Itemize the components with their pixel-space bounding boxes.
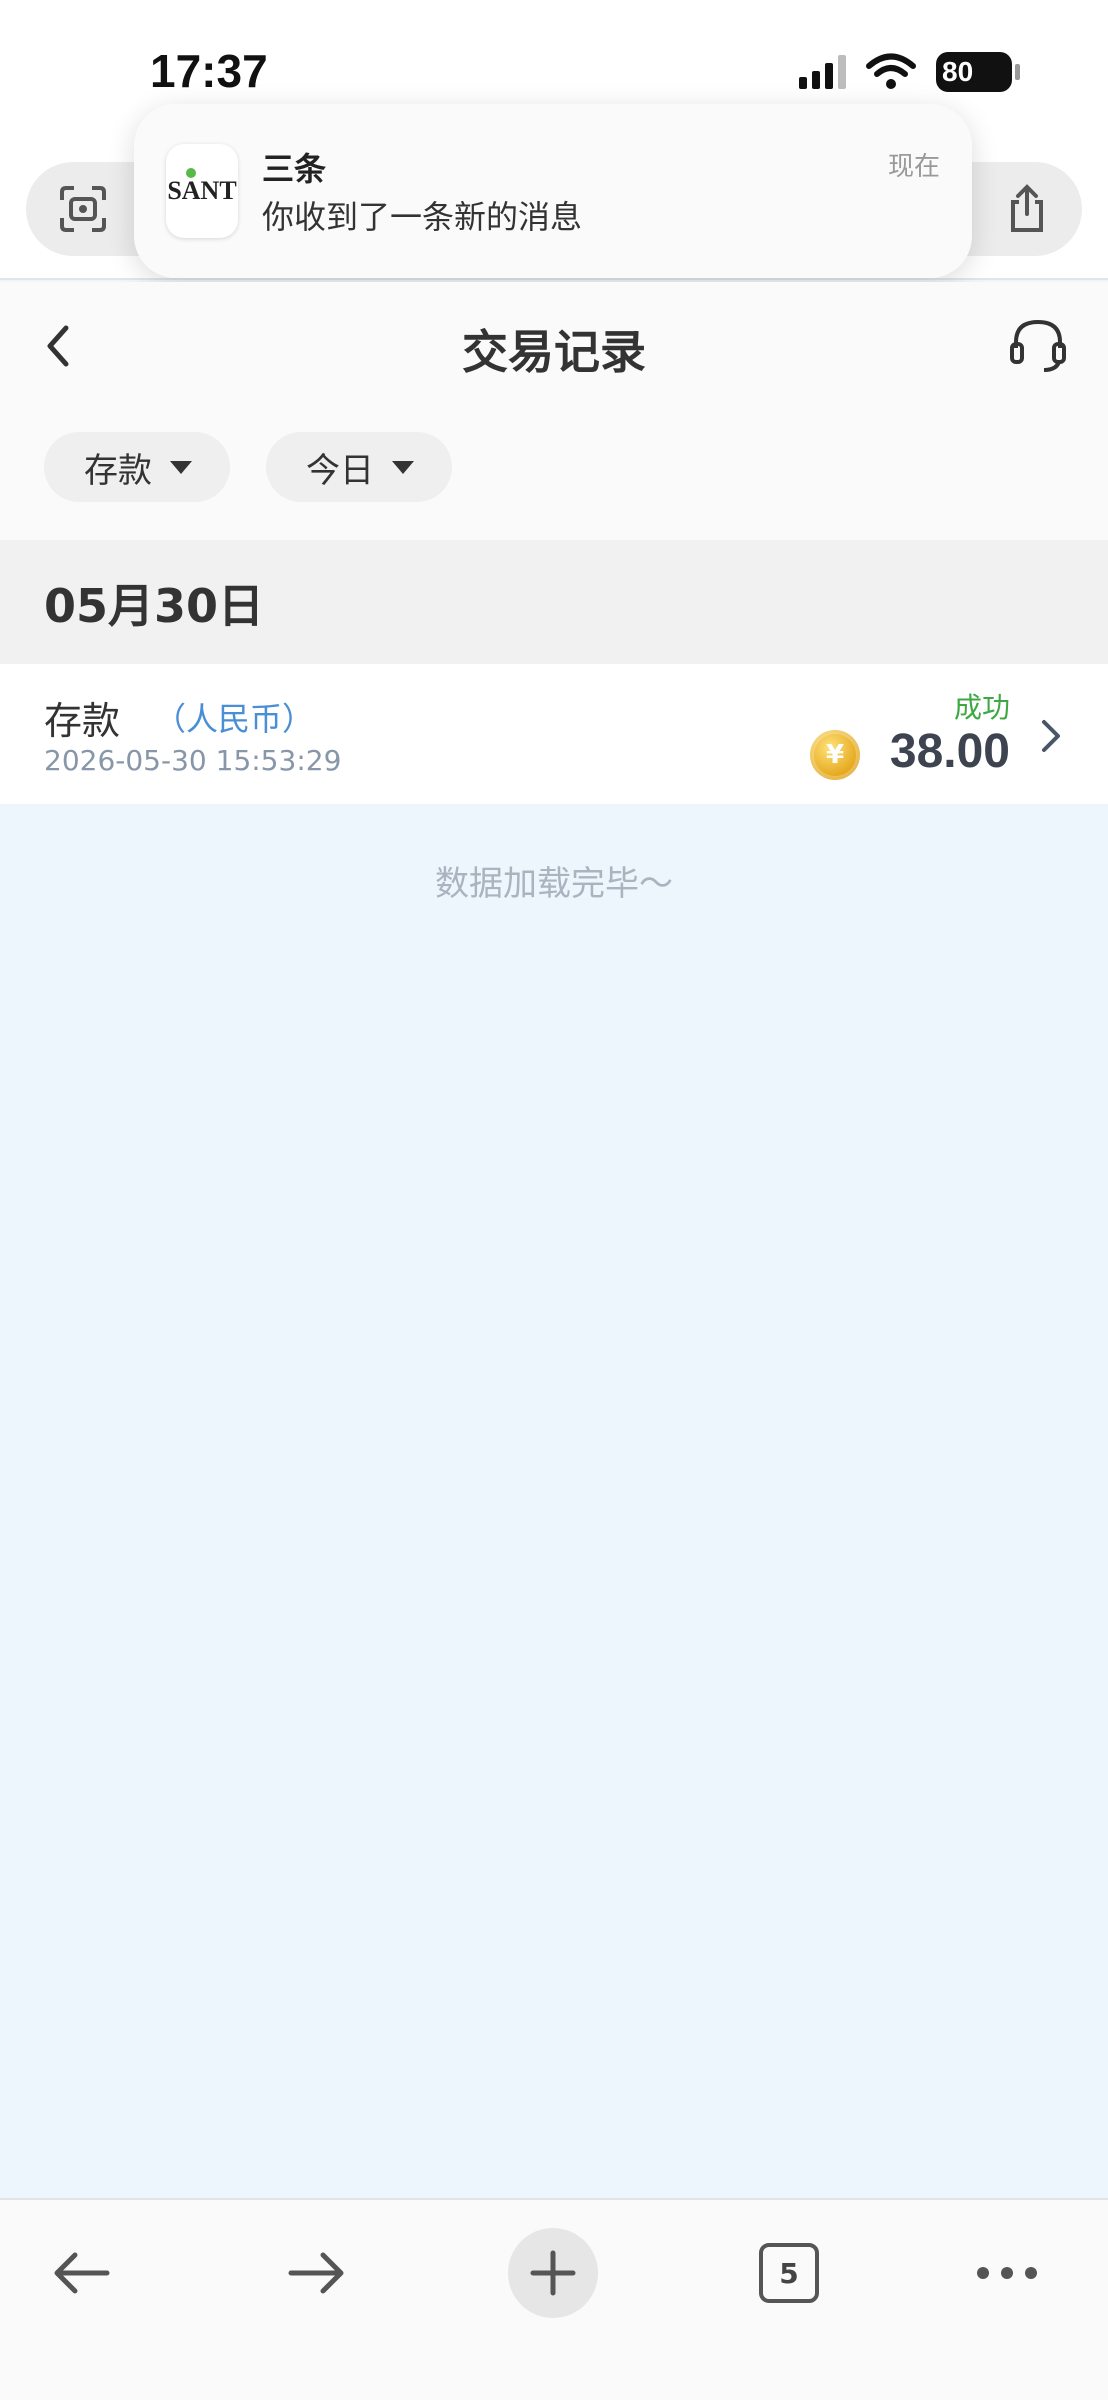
battery-icon: 80 xyxy=(936,52,1020,92)
more-menu-button[interactable] xyxy=(962,2228,1052,2318)
filter-date-dropdown[interactable]: 今日 xyxy=(266,432,452,502)
date-group-header: 05月30日 xyxy=(0,540,1108,664)
back-button[interactable] xyxy=(36,2228,126,2318)
app-screen: 17:37 80 SANT 三条 你收到了一条新的消息 现在 交易记录 存款 今… xyxy=(0,0,1108,2400)
wifi-icon xyxy=(866,53,916,89)
date-group-label: 05月30日 xyxy=(44,579,265,633)
arrow-right-icon xyxy=(288,2252,344,2294)
status-icons: 80 xyxy=(799,48,1020,96)
arrow-left-icon xyxy=(54,2252,110,2294)
status-time: 17:37 xyxy=(150,45,268,97)
filter-type-label: 存款 xyxy=(84,450,152,491)
chevron-right-icon xyxy=(1042,720,1060,752)
filter-type-dropdown[interactable]: 存款 xyxy=(44,432,230,502)
more-dots-icon xyxy=(977,2267,1037,2279)
forward-button[interactable] xyxy=(272,2228,362,2318)
coin-symbol: ¥ xyxy=(825,740,845,770)
transaction-amount: 38.00 xyxy=(889,725,1010,778)
transaction-status: 成功 xyxy=(953,691,1010,724)
tabs-button[interactable]: 5 xyxy=(744,2228,834,2318)
app-logo-icon: SANT xyxy=(166,144,238,238)
page-title: 交易记录 xyxy=(462,325,646,379)
transaction-type: 存款 xyxy=(44,699,121,743)
notification-banner[interactable]: SANT 三条 你收到了一条新的消息 现在 xyxy=(134,104,972,278)
end-of-list-message: 数据加载完毕～ xyxy=(435,864,673,904)
browser-top-area: 17:37 80 SANT 三条 你收到了一条新的消息 现在 xyxy=(0,0,1108,280)
caret-down-icon xyxy=(392,460,414,474)
page-header: 交易记录 xyxy=(0,282,1108,410)
battery-level: 80 xyxy=(942,56,974,87)
share-icon[interactable] xyxy=(1000,182,1054,236)
app-logo-text: SANT xyxy=(167,176,237,205)
coin-icon: ¥ xyxy=(810,730,860,780)
scan-icon[interactable] xyxy=(56,182,110,236)
filter-bar: 存款 今日 xyxy=(0,410,1108,540)
transaction-datetime: 2026-05-30 15:53:29 xyxy=(44,744,342,777)
notification-time: 现在 xyxy=(887,152,940,182)
caret-down-icon xyxy=(170,460,192,474)
customer-service-icon[interactable] xyxy=(1006,312,1070,376)
new-tab-button[interactable] xyxy=(508,2228,598,2318)
filter-date-label: 今日 xyxy=(306,450,374,491)
notification-app-name: 三条 xyxy=(262,150,327,188)
plus-icon xyxy=(530,2250,576,2296)
transaction-row[interactable]: 存款 （人民币） 2026-05-30 15:53:29 成功 ¥ 38.00 xyxy=(0,664,1108,804)
browser-toolbar: 5 xyxy=(0,2198,1108,2400)
notification-message: 你收到了一条新的消息 xyxy=(262,198,583,236)
transaction-currency: （人民币） xyxy=(154,700,315,738)
cellular-signal-icon xyxy=(799,55,846,89)
tab-count: 5 xyxy=(759,2243,819,2303)
